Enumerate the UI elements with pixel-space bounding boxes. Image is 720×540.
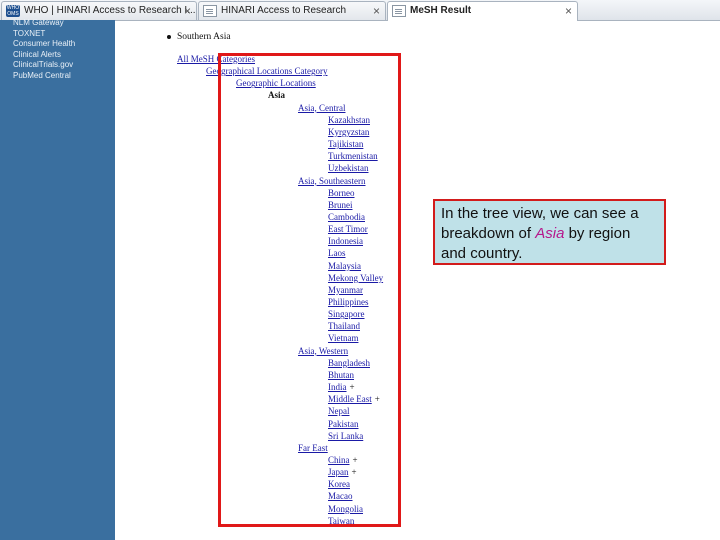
close-icon[interactable]: × — [565, 4, 572, 18]
tab-label: WHO | HINARI Access to Research I... — [24, 5, 196, 16]
bullet-icon — [167, 34, 171, 39]
page-icon — [203, 5, 217, 17]
tab-hinari-access[interactable]: HINARI Access to Research × — [198, 1, 386, 20]
sidebar-item-pubmed-central[interactable]: PubMed Central — [13, 71, 115, 82]
tree-highlight-frame — [218, 53, 401, 527]
tab-label: HINARI Access to Research — [221, 5, 347, 16]
annotation-callout: In the tree view, we can see a breakdown… — [433, 199, 666, 265]
heading-text: Southern Asia — [177, 32, 231, 42]
mesh-heading: Southern Asia — [167, 32, 231, 42]
page-icon — [392, 5, 406, 17]
sidebar-item-clinical-alerts[interactable]: Clinical Alerts — [13, 50, 115, 61]
sidebar-item-nlm-gateway[interactable]: NLM Gateway — [13, 18, 115, 29]
tab-label: MeSH Result — [410, 5, 472, 16]
callout-highlight: Asia — [535, 225, 565, 242]
close-icon[interactable]: × — [184, 4, 191, 18]
sidebar-item-consumer-health[interactable]: Consumer Health — [13, 39, 115, 50]
close-icon[interactable]: × — [373, 4, 380, 18]
sidebar-item-toxnet[interactable]: TOXNET — [13, 29, 115, 40]
sidebar-nav: NLM Gateway TOXNET Consumer Health Clini… — [0, 18, 115, 540]
main-content: Southern Asia All MeSH Categories Geograp… — [115, 20, 720, 540]
who-logo-icon: WHO OMS — [6, 5, 20, 17]
sidebar-item-clinicaltrials[interactable]: ClinicalTrials.gov — [13, 60, 115, 71]
tab-mesh-result[interactable]: MeSH Result × — [387, 1, 578, 21]
